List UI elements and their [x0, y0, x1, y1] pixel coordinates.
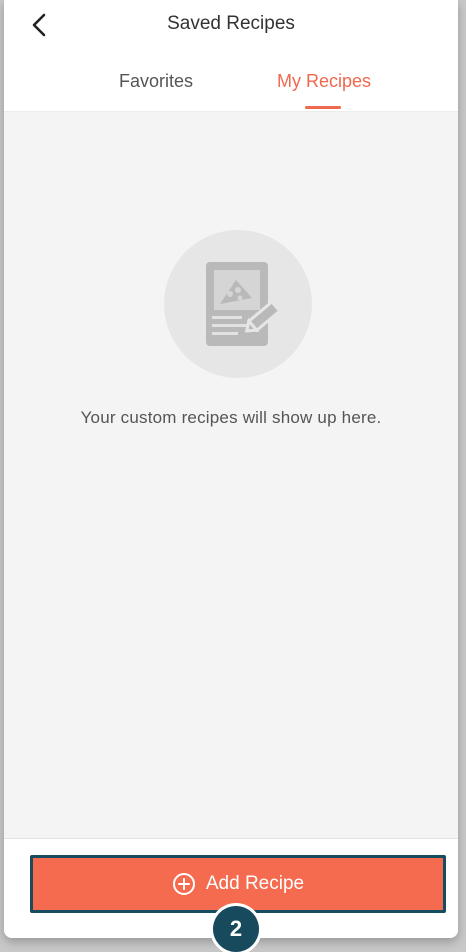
plus-circle-icon: [172, 872, 196, 896]
phone-screen: Saved Recipes Favorites My Recipes Your …: [4, 0, 458, 938]
page-title: Saved Recipes: [167, 13, 295, 34]
empty-state: Your custom recipes will show up here.: [4, 230, 458, 428]
recipe-card-edit-icon: [206, 262, 282, 346]
empty-message: Your custom recipes will show up here.: [80, 408, 382, 427]
active-tab-indicator: [305, 106, 341, 109]
empty-illustration: [164, 230, 312, 378]
step-number-badge: 2: [213, 906, 259, 952]
add-recipe-label: Add Recipe: [205, 873, 305, 894]
tab-my-recipes[interactable]: My Recipes: [266, 71, 382, 92]
add-recipe-button[interactable]: Add Recipe: [30, 855, 446, 913]
top-bar: Saved Recipes Favorites My Recipes: [4, 0, 458, 112]
tab-favorites[interactable]: Favorites: [110, 71, 202, 92]
